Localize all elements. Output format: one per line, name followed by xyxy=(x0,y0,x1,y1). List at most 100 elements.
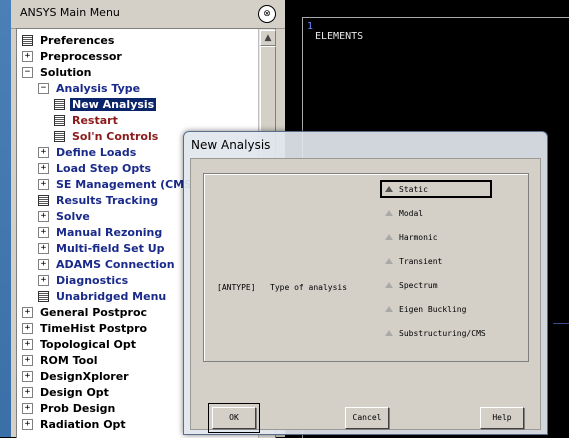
expand-icon[interactable]: + xyxy=(22,386,33,398)
radio-eigen-buckling[interactable]: Eigen Buckling xyxy=(385,302,466,316)
expand-icon[interactable]: + xyxy=(22,354,33,366)
document-icon xyxy=(22,34,33,46)
radio-diamond-icon xyxy=(385,282,393,288)
dialog-title: New Analysis xyxy=(191,138,271,152)
menu-item-timehist-postpro[interactable]: + TimeHist Postpro xyxy=(22,320,149,336)
document-icon xyxy=(38,194,49,206)
radio-label: Transient xyxy=(399,256,443,266)
radio-diamond-icon xyxy=(385,210,393,216)
expand-icon[interactable]: + xyxy=(22,50,33,62)
menu-item-adams-connection[interactable]: + ADAMS Connection xyxy=(38,256,177,272)
menu-item-label: Solution xyxy=(40,65,92,79)
menu-item-label: Unabridged Menu xyxy=(56,289,167,303)
menu-item-prob-design[interactable]: + Prob Design xyxy=(22,400,117,416)
menu-item-general-postproc[interactable]: + General Postproc xyxy=(22,304,149,320)
radio-label: Harmonic xyxy=(399,232,438,242)
menu-item-preferences[interactable]: Preferences xyxy=(22,32,116,48)
expand-icon[interactable]: + xyxy=(22,338,33,350)
menu-item-design-opt[interactable]: + Design Opt xyxy=(22,384,111,400)
expand-icon[interactable]: + xyxy=(38,274,49,286)
radio-diamond-icon xyxy=(385,234,393,240)
radio-diamond-icon xyxy=(385,186,393,192)
radio-label: Substructuring/CMS xyxy=(399,328,486,338)
menu-item-restart[interactable]: Restart xyxy=(54,112,120,128)
menu-item-label: Radiation Opt xyxy=(40,417,126,431)
radio-diamond-icon xyxy=(385,330,393,336)
menu-item-unabridged-menu[interactable]: Unabridged Menu xyxy=(38,288,168,304)
menu-item-designxplorer[interactable]: + DesignXplorer xyxy=(22,368,131,384)
collapse-icon[interactable]: − xyxy=(38,82,49,94)
main-menu-titlebar: ANSYS Main Menu ⊗ xyxy=(11,0,285,29)
menu-item-solve[interactable]: + Solve xyxy=(38,208,92,224)
menu-item-multi-field-set-up[interactable]: + Multi-field Set Up xyxy=(38,240,167,256)
menu-item-rom-tool[interactable]: + ROM Tool xyxy=(22,352,100,368)
menu-item-manual-rezoning[interactable]: + Manual Rezoning xyxy=(38,224,164,240)
document-icon xyxy=(54,114,65,126)
radio-substructuring-cms[interactable]: Substructuring/CMS xyxy=(385,326,486,340)
menu-item-define-loads[interactable]: + Define Loads xyxy=(38,144,138,160)
menu-item-label: TimeHist Postpro xyxy=(40,321,148,335)
menu-item-preprocessor[interactable]: + Preprocessor xyxy=(22,48,124,64)
expand-icon[interactable]: + xyxy=(38,146,49,158)
menu-item-label: Preprocessor xyxy=(40,49,122,63)
cancel-button[interactable]: Cancel xyxy=(345,407,389,429)
menu-item-label: New Analysis xyxy=(70,97,157,111)
scroll-up-arrow-icon[interactable]: ▲ xyxy=(260,30,276,46)
radio-transient[interactable]: Transient xyxy=(385,254,442,268)
expand-icon[interactable]: + xyxy=(38,178,49,190)
menu-item-se-management-cms[interactable]: + SE Management (CMS) xyxy=(38,176,199,192)
expand-icon[interactable]: + xyxy=(22,370,33,382)
menu-item-label: Define Loads xyxy=(56,145,137,159)
expand-icon[interactable]: + xyxy=(38,226,49,238)
menu-item-radiation-opt[interactable]: + Radiation Opt xyxy=(22,416,128,432)
radio-diamond-icon xyxy=(385,258,393,264)
menu-item-label: Multi-field Set Up xyxy=(56,241,165,255)
menu-item-new-analysis[interactable]: New Analysis xyxy=(54,96,157,112)
menu-item-load-step-opts[interactable]: + Load Step Opts xyxy=(38,160,153,176)
document-icon xyxy=(54,130,65,142)
expand-icon[interactable]: + xyxy=(38,242,49,254)
radio-harmonic[interactable]: Harmonic xyxy=(385,230,438,244)
expand-icon[interactable]: + xyxy=(22,402,33,414)
menu-item-label: ADAMS Connection xyxy=(56,257,175,271)
menu-item-label: General Postproc xyxy=(40,305,148,319)
expand-icon[interactable]: + xyxy=(22,306,33,318)
menu-item-diagnostics[interactable]: + Diagnostics xyxy=(38,272,130,288)
main-menu-title: ANSYS Main Menu xyxy=(20,6,120,19)
radio-static[interactable]: Static xyxy=(385,182,428,196)
radio-label: Spectrum xyxy=(399,280,438,290)
radio-spectrum[interactable]: Spectrum xyxy=(385,278,438,292)
radio-label: Modal xyxy=(399,208,424,218)
menu-item-label: Load Step Opts xyxy=(56,161,152,175)
menu-item-label: Analysis Type xyxy=(56,81,141,95)
menu-item-label: ROM Tool xyxy=(40,353,98,367)
menu-item-label: Topological Opt xyxy=(40,337,137,351)
menu-item-label: Design Opt xyxy=(40,385,109,399)
expand-icon[interactable]: + xyxy=(38,162,49,174)
expand-icon[interactable]: + xyxy=(38,210,49,222)
help-button[interactable]: Help xyxy=(480,407,524,429)
ok-button[interactable]: OK xyxy=(212,407,256,429)
desktop-edge xyxy=(0,0,11,437)
menu-item-label: DesignXplorer xyxy=(40,369,129,383)
expand-icon[interactable]: + xyxy=(22,322,33,334)
menu-item-label: Prob Design xyxy=(40,401,116,415)
menu-item-results-tracking[interactable]: Results Tracking xyxy=(38,192,160,208)
menu-item-topological-opt[interactable]: + Topological Opt xyxy=(22,336,138,352)
document-icon xyxy=(54,98,65,110)
menu-item-solution[interactable]: − Solution xyxy=(22,64,94,80)
collapse-icon[interactable]: − xyxy=(22,66,33,78)
analysis-type-label: Type of analysis xyxy=(270,283,348,292)
expand-icon[interactable]: + xyxy=(22,418,33,430)
collapse-menu-icon[interactable]: ⊗ xyxy=(258,5,276,23)
menu-item-sol-n-controls[interactable]: Sol'n Controls xyxy=(54,128,160,144)
expand-icon[interactable]: + xyxy=(38,258,49,270)
dialog-body: [ANTYPE] Type of analysis Static Modal Har… xyxy=(190,158,541,433)
graphics-label: ELEMENTS xyxy=(315,31,364,42)
new-analysis-dialog: New Analysis [ANTYPE] Type of analysis S… xyxy=(183,131,548,435)
window-number: 1 xyxy=(307,21,314,32)
radio-modal[interactable]: Modal xyxy=(385,206,423,220)
menu-item-label: Results Tracking xyxy=(56,193,159,207)
menu-item-analysis-type[interactable]: − Analysis Type xyxy=(38,80,142,96)
menu-item-label: Solve xyxy=(56,209,90,223)
